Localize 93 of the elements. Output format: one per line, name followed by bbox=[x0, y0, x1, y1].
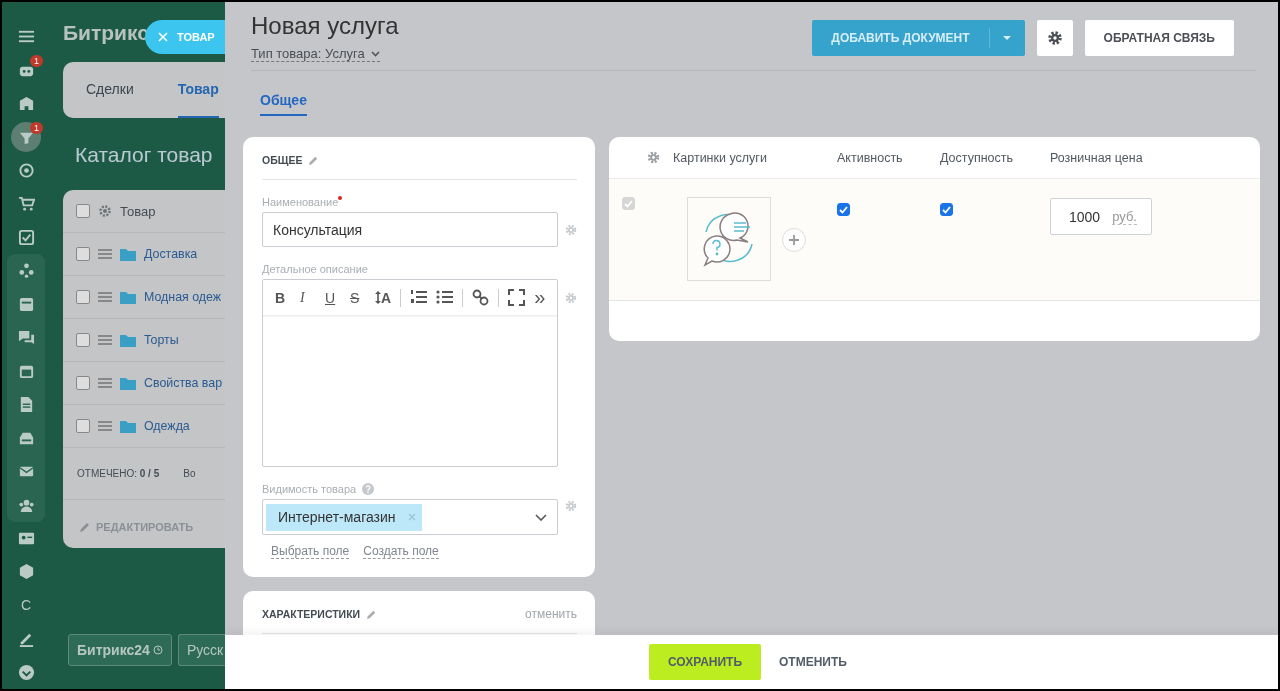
add-image-button[interactable] bbox=[782, 228, 806, 252]
chevron-down-icon bbox=[535, 513, 548, 521]
checkbox-icon[interactable] bbox=[17, 228, 35, 246]
tab[interactable]: Товар bbox=[177, 62, 219, 118]
language-button[interactable]: Русск bbox=[177, 634, 225, 666]
field-label: Видимость товара bbox=[262, 482, 357, 495]
cube-icon[interactable] bbox=[17, 563, 35, 581]
settings-icon bbox=[1046, 30, 1063, 46]
cancel-button[interactable]: ОТМЕНИТЬ bbox=[773, 654, 853, 670]
folder-link[interactable]: Одежда bbox=[144, 419, 190, 433]
currency-selector[interactable]: руб. bbox=[1112, 208, 1137, 225]
checkbox[interactable] bbox=[837, 203, 850, 216]
folder-icon bbox=[120, 333, 136, 347]
folder-icon bbox=[120, 290, 136, 304]
chevron-icon[interactable] bbox=[17, 663, 35, 681]
selected-count: ОТМЕЧЕНО: 0 / 5 bbox=[77, 468, 160, 479]
folder-icon bbox=[120, 247, 136, 261]
select-all-checkbox[interactable] bbox=[76, 204, 90, 218]
pencil-icon[interactable] bbox=[308, 154, 320, 166]
feedback-button[interactable]: ОБРАТНАЯ СВЯЗЬ bbox=[1084, 20, 1234, 56]
price-field[interactable]: 1000 руб. bbox=[1050, 198, 1152, 235]
section-title: ХАРАКТЕРИСТИКИ bbox=[262, 608, 361, 620]
caret-icon[interactable] bbox=[1003, 36, 1012, 40]
visibility-select[interactable]: Интернет-магазин bbox=[262, 499, 559, 535]
row-checkbox[interactable] bbox=[76, 419, 90, 433]
font-size-button[interactable]: A bbox=[375, 289, 392, 306]
folder-link[interactable]: Доставка bbox=[144, 247, 198, 261]
field-link[interactable]: Создать поле bbox=[363, 544, 439, 559]
bullet-list-icon[interactable] bbox=[436, 289, 454, 306]
fullscreen-icon[interactable] bbox=[508, 289, 526, 306]
drag-handle-icon[interactable] bbox=[98, 421, 112, 431]
field-link[interactable]: Выбрать поле bbox=[271, 544, 350, 559]
drag-handle-icon[interactable] bbox=[98, 249, 112, 259]
column-header: Доступность bbox=[940, 150, 1014, 165]
settings-button[interactable] bbox=[1036, 20, 1073, 56]
tab[interactable]: Общее bbox=[260, 92, 307, 116]
close-icon bbox=[158, 32, 168, 42]
section-title: ОБЩЕЕ bbox=[262, 154, 303, 166]
name-input[interactable]: Консультация bbox=[262, 212, 559, 247]
numbered-list-icon[interactable] bbox=[410, 289, 428, 306]
column-header: Картинки услуги bbox=[673, 150, 767, 165]
italic-button[interactable]: I bbox=[300, 289, 316, 306]
drag-handle-icon[interactable] bbox=[98, 292, 112, 302]
column-header: Товар bbox=[120, 203, 156, 219]
chevron-down-icon bbox=[370, 50, 380, 57]
link-icon[interactable] bbox=[472, 289, 490, 306]
folder-icon bbox=[120, 376, 136, 390]
sidebar-item[interactable]: С bbox=[20, 597, 32, 614]
chat-icon[interactable] bbox=[17, 329, 35, 347]
field-label: Наименование bbox=[262, 195, 343, 208]
row-checkbox[interactable] bbox=[76, 247, 90, 261]
settings-icon[interactable] bbox=[647, 151, 660, 164]
folder-icon bbox=[120, 419, 136, 433]
page-heading: Каталог товар bbox=[75, 143, 214, 168]
row-checkbox[interactable] bbox=[76, 376, 90, 390]
gear-icon[interactable] bbox=[98, 204, 112, 218]
column-header: Розничная цена bbox=[1050, 150, 1143, 165]
save-button[interactable]: СОХРАНИТЬ bbox=[649, 644, 762, 680]
image-thumbnail[interactable] bbox=[687, 197, 771, 281]
product-type-dropdown[interactable]: Тип товара: Услуга bbox=[251, 46, 380, 62]
total-count: Во bbox=[183, 468, 196, 479]
bold-button[interactable]: B bbox=[275, 289, 291, 306]
target-icon[interactable] bbox=[17, 162, 35, 180]
check-icon bbox=[942, 205, 951, 214]
strikethrough-button[interactable]: S bbox=[350, 289, 366, 306]
building-icon[interactable] bbox=[17, 95, 35, 113]
folder-link[interactable]: Торты bbox=[144, 333, 179, 347]
selected-tag: Интернет-магазин bbox=[266, 503, 422, 531]
page-title: Новая услуга bbox=[251, 12, 399, 41]
underline-button[interactable]: U bbox=[325, 289, 341, 306]
folder-link[interactable]: Свойства вар bbox=[144, 376, 223, 390]
check-icon bbox=[839, 205, 848, 214]
more-button[interactable]: » bbox=[534, 286, 551, 309]
tab[interactable]: Сделки bbox=[86, 62, 134, 118]
field-label: Детальное описание bbox=[262, 262, 368, 275]
window-icon[interactable] bbox=[17, 295, 35, 313]
row-checkbox[interactable] bbox=[76, 290, 90, 304]
plus-icon bbox=[788, 234, 800, 246]
id-card-icon[interactable] bbox=[17, 530, 35, 547]
up-down-arrow-icon bbox=[375, 291, 381, 304]
checkbox[interactable] bbox=[940, 203, 953, 216]
cart-icon[interactable] bbox=[17, 195, 35, 213]
cancel-link[interactable]: отменить bbox=[525, 607, 577, 621]
text-editor[interactable]: B I U S A » bbox=[262, 279, 559, 467]
row-checkbox[interactable] bbox=[76, 333, 90, 347]
notification-badge: 1 bbox=[30, 55, 43, 68]
folder-link[interactable]: Модная одеж bbox=[144, 290, 222, 304]
drag-handle-icon[interactable] bbox=[98, 378, 112, 388]
nodes-icon[interactable] bbox=[17, 262, 35, 280]
pencil-icon[interactable] bbox=[366, 608, 378, 620]
logo-button[interactable]: Битрикс24 bbox=[68, 634, 172, 666]
drag-handle-icon[interactable] bbox=[98, 335, 112, 345]
column-header: Активность bbox=[837, 150, 903, 165]
